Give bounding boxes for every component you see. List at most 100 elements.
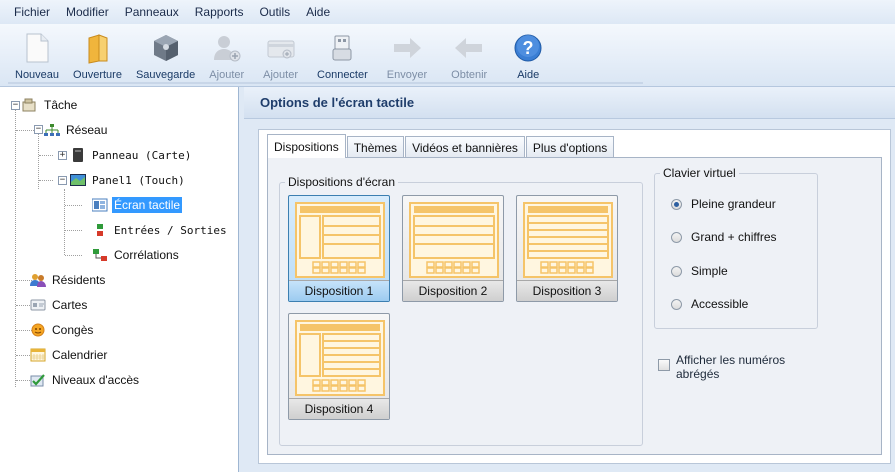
- correlation-icon: [93, 249, 107, 261]
- tree-connector: [15, 107, 16, 387]
- tree-item-access-levels[interactable]: Niveaux d'accès: [30, 370, 141, 390]
- connect-button[interactable]: Connecter: [310, 24, 375, 84]
- add-user-button[interactable]: Ajouter: [202, 24, 251, 84]
- options-content: Dispositions Thèmes Vidéos et bannières …: [258, 129, 891, 464]
- layout-1-preview: [295, 202, 385, 278]
- panel-title: Options de l'écran tactile: [260, 95, 415, 110]
- tree-connector: [65, 205, 82, 206]
- tree-item-network[interactable]: Réseau: [44, 120, 109, 140]
- network-icon: [44, 124, 60, 136]
- send-button[interactable]: Envoyer: [375, 24, 439, 84]
- abbreviated-numbers-label-line2: abrégés: [676, 367, 720, 381]
- menu-outils[interactable]: Outils: [251, 5, 298, 19]
- tab-strip: Dispositions Thèmes Vidéos et bannières …: [267, 134, 615, 158]
- menu-rapports[interactable]: Rapports: [187, 5, 252, 19]
- abbreviated-numbers-checkbox[interactable]: [658, 359, 670, 371]
- radio-large-digits[interactable]: [671, 231, 682, 243]
- tab-layouts[interactable]: Dispositions: [267, 134, 346, 158]
- tree-item-correlations[interactable]: Corrélations: [92, 245, 181, 265]
- card-panel-icon: [73, 148, 83, 162]
- save-button[interactable]: Sauvegarde: [129, 24, 202, 84]
- panel-header: Options de l'écran tactile: [244, 87, 895, 119]
- radio-simple[interactable]: [671, 265, 682, 277]
- tree-item-touch-screen[interactable]: Écran tactile: [92, 195, 183, 215]
- residents-icon: [30, 274, 46, 287]
- layout-4-label: Disposition 4: [289, 398, 389, 419]
- layout-4-preview: [295, 320, 385, 396]
- tree-item-residents[interactable]: Résidents: [30, 270, 107, 290]
- tree-item-panel-card[interactable]: Panneau (Carte): [70, 145, 193, 165]
- svg-text:?: ?: [523, 38, 534, 58]
- options-panel: Options de l'écran tactile Dispositions …: [244, 87, 895, 472]
- radio-accessible[interactable]: [671, 298, 682, 310]
- folder-open-icon: [81, 31, 115, 65]
- menu-panneaux[interactable]: Panneaux: [117, 5, 187, 19]
- io-icon: [97, 224, 103, 236]
- save-icon: [149, 31, 183, 65]
- tree-connector: [39, 155, 53, 156]
- tree-item-cards[interactable]: Cartes: [30, 295, 89, 315]
- abbreviated-numbers-label[interactable]: Afficher les numéros abrégés: [676, 353, 785, 381]
- tree-connector: [65, 255, 82, 256]
- cards-icon: [30, 299, 46, 311]
- tree-connector: [64, 189, 65, 255]
- tree-collapse-toggle[interactable]: −: [34, 125, 43, 134]
- tree-connector: [65, 230, 82, 231]
- menu-aide[interactable]: Aide: [298, 5, 338, 19]
- abbreviated-numbers-label-line1: Afficher les numéros: [676, 353, 786, 367]
- tree-item-calendar[interactable]: Calendrier: [30, 345, 109, 365]
- tab-themes[interactable]: Thèmes: [346, 136, 405, 158]
- calendar-icon: [30, 348, 46, 362]
- layout-3-preview: [523, 202, 613, 278]
- menu-modifier[interactable]: Modifier: [58, 5, 117, 19]
- help-icon: ?: [511, 31, 545, 65]
- keyboard-option-large-digits[interactable]: Grand + chiffres: [671, 230, 777, 244]
- menu-fichier[interactable]: Fichier: [6, 5, 58, 19]
- add-card-button[interactable]: Ajouter: [251, 24, 310, 84]
- navigation-tree: − − + − Tâche Réseau Panneau (Carte) Pan…: [0, 87, 239, 472]
- tab-more-options[interactable]: Plus d'options: [525, 136, 615, 158]
- toolbar-divider: [8, 82, 643, 84]
- new-file-icon: [20, 31, 54, 65]
- tree-item-panel-touch[interactable]: Panel1 (Touch): [70, 170, 187, 190]
- layout-1-label: Disposition 1: [289, 280, 389, 301]
- touch-panel-icon: [70, 174, 86, 186]
- layout-option-2[interactable]: Disposition 2: [402, 195, 504, 302]
- usb-connect-icon: [325, 31, 359, 65]
- tree-item-inputs-outputs[interactable]: Entrées / Sorties: [92, 220, 229, 240]
- layout-3-label: Disposition 3: [517, 280, 617, 301]
- help-button[interactable]: ? Aide: [499, 24, 557, 84]
- new-button[interactable]: Nouveau: [8, 24, 66, 84]
- layout-option-1[interactable]: Disposition 1: [288, 195, 390, 302]
- layouts-group-title: Dispositions d'écran: [285, 175, 399, 189]
- get-arrow-icon: [452, 31, 486, 65]
- menu-bar: Fichier Modifier Panneaux Rapports Outil…: [0, 0, 895, 24]
- keyboard-option-full[interactable]: Pleine grandeur: [671, 197, 776, 211]
- tree-collapse-toggle[interactable]: −: [11, 101, 20, 110]
- add-user-icon: [210, 31, 244, 65]
- virtual-keyboard-title: Clavier virtuel: [660, 166, 739, 180]
- open-button[interactable]: Ouverture: [66, 24, 129, 84]
- tree-expand-toggle[interactable]: +: [58, 151, 67, 160]
- holidays-icon: [31, 323, 45, 337]
- radio-full-size[interactable]: [671, 198, 682, 210]
- add-card-icon: [264, 31, 298, 65]
- layout-option-4[interactable]: Disposition 4: [288, 313, 390, 420]
- keyboard-option-accessible[interactable]: Accessible: [671, 297, 748, 311]
- touch-screen-icon: [92, 198, 108, 212]
- tree-connector: [16, 130, 34, 131]
- send-arrow-icon: [390, 31, 424, 65]
- layout-2-preview: [409, 202, 499, 278]
- layout-2-label: Disposition 2: [403, 280, 503, 301]
- keyboard-option-simple[interactable]: Simple: [671, 264, 728, 278]
- tab-panel-layouts: Dispositions d'écran Disposition 1 Dispo…: [267, 157, 882, 455]
- tab-videos-banners[interactable]: Vidéos et bannières: [405, 136, 525, 158]
- task-icon: [22, 98, 36, 112]
- layout-option-3[interactable]: Disposition 3: [516, 195, 618, 302]
- tree-collapse-toggle[interactable]: −: [58, 176, 67, 185]
- tree-item-holidays[interactable]: Congès: [30, 320, 95, 340]
- tree-item-task[interactable]: Tâche: [22, 95, 79, 115]
- tree-connector: [39, 180, 53, 181]
- toolbar: Nouveau Ouverture Sauvegarde Ajouter Ajo…: [0, 24, 895, 87]
- get-button[interactable]: Obtenir: [439, 24, 499, 84]
